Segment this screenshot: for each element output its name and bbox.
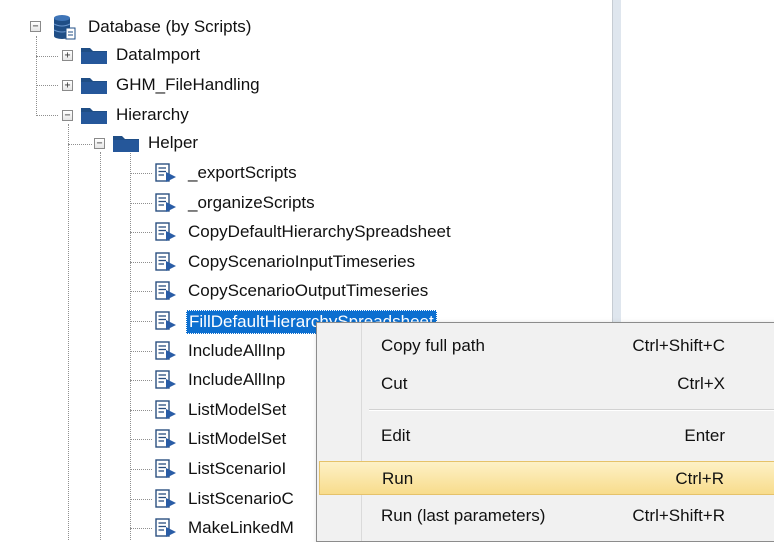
script-icon bbox=[155, 281, 176, 300]
tree-node-label: GHM_FileHandling bbox=[116, 75, 260, 94]
tree-connector bbox=[130, 232, 152, 233]
tree-node-label: CopyScenarioOutputTimeseries bbox=[188, 281, 429, 300]
script-icon bbox=[155, 370, 176, 389]
tree-connector bbox=[130, 528, 152, 529]
menu-separator bbox=[369, 409, 774, 411]
tree-connector bbox=[68, 124, 69, 540]
script-icon bbox=[155, 311, 176, 330]
tree-node-label: IncludeAllInp bbox=[188, 370, 286, 389]
menu-item-run[interactable]: Run Ctrl+R bbox=[319, 461, 774, 495]
menu-item-cut[interactable]: Cut Ctrl+X bbox=[319, 367, 774, 401]
tree-connector bbox=[130, 410, 152, 411]
tree-node-database[interactable]: − Database (by Scripts) bbox=[20, 14, 320, 40]
tree-node-folder[interactable]: + GHM_FileHandling bbox=[52, 72, 312, 98]
folder-icon bbox=[81, 48, 107, 64]
tree-node-folder[interactable]: − Hierarchy bbox=[52, 102, 312, 128]
menu-item-shortcut: Ctrl+Shift+R bbox=[632, 506, 725, 525]
tree-node-label: ListModelSet bbox=[188, 400, 287, 419]
database-icon bbox=[53, 15, 76, 40]
script-icon bbox=[155, 459, 176, 478]
folder-icon bbox=[113, 136, 139, 152]
script-icon bbox=[155, 193, 176, 212]
tree-node-label: DataImport bbox=[116, 45, 201, 64]
tree-connector bbox=[130, 499, 152, 500]
script-icon bbox=[155, 252, 176, 271]
tree-connector bbox=[130, 439, 152, 440]
tree-connector bbox=[130, 150, 131, 540]
expand-toggle[interactable]: + bbox=[62, 50, 73, 61]
tree-node-label: Hierarchy bbox=[116, 105, 189, 124]
folder-icon bbox=[81, 78, 107, 94]
script-icon bbox=[155, 341, 176, 360]
tree-node-script[interactable]: _organizeScripts bbox=[150, 190, 530, 216]
tree-connector bbox=[130, 203, 152, 204]
script-icon bbox=[155, 489, 176, 508]
tree-node-script[interactable]: CopyScenarioOutputTimeseries bbox=[150, 278, 530, 304]
tree-connector bbox=[130, 380, 152, 381]
script-icon bbox=[155, 429, 176, 448]
tree-connector bbox=[130, 262, 152, 263]
collapse-toggle[interactable]: − bbox=[62, 110, 73, 121]
script-icon bbox=[155, 400, 176, 419]
tree-node-label: ListScenarioC bbox=[188, 489, 294, 508]
tree-connector bbox=[36, 36, 37, 116]
tree-node-script[interactable]: _exportScripts bbox=[150, 160, 530, 186]
tree-node-label: CopyScenarioInputTimeseries bbox=[188, 252, 416, 271]
folder-icon bbox=[81, 108, 107, 124]
tree-node-label: ListScenarioI bbox=[188, 459, 287, 478]
script-icon bbox=[155, 518, 176, 537]
context-menu: Copy full path Ctrl+Shift+C Cut Ctrl+X E… bbox=[316, 322, 774, 542]
menu-item-shortcut: Ctrl+Shift+C bbox=[632, 336, 725, 355]
collapse-toggle[interactable]: − bbox=[94, 138, 105, 149]
menu-item-label: Run (last parameters) bbox=[381, 506, 546, 525]
menu-item-copy-full-path[interactable]: Copy full path Ctrl+Shift+C bbox=[319, 329, 774, 363]
menu-item-shortcut: Enter bbox=[684, 426, 725, 445]
menu-item-shortcut: Ctrl+R bbox=[675, 469, 724, 488]
tree-node-label: Database (by Scripts) bbox=[88, 17, 252, 36]
menu-item-label: Edit bbox=[381, 426, 411, 445]
tree-node-folder[interactable]: − Helper bbox=[84, 130, 344, 156]
tree-connector bbox=[130, 469, 152, 470]
tree-connector bbox=[130, 351, 152, 352]
collapse-toggle[interactable]: − bbox=[30, 21, 41, 32]
menu-item-run-last-parameters[interactable]: Run (last parameters) Ctrl+Shift+R bbox=[319, 499, 774, 533]
menu-item-label: Run bbox=[382, 469, 414, 488]
tree-node-label: MakeLinkedM bbox=[188, 518, 294, 537]
tree-node-folder[interactable]: + DataImport bbox=[52, 42, 312, 68]
tree-node-label: _exportScripts bbox=[188, 163, 297, 182]
tree-connector bbox=[130, 291, 152, 292]
menu-item-label: Cut bbox=[381, 374, 408, 393]
tree-node-script[interactable]: CopyScenarioInputTimeseries bbox=[150, 249, 530, 275]
tree-node-label: CopyDefaultHierarchySpreadsheet bbox=[188, 222, 451, 241]
tree-node-label: ListModelSet bbox=[188, 429, 287, 448]
menu-item-label: Copy full path bbox=[381, 336, 485, 355]
tree-connector bbox=[130, 321, 152, 322]
tree-node-script[interactable]: CopyDefaultHierarchySpreadsheet bbox=[150, 219, 530, 245]
menu-item-shortcut: Ctrl+X bbox=[677, 374, 725, 393]
script-icon bbox=[155, 163, 176, 182]
menu-item-edit[interactable]: Edit Enter bbox=[319, 419, 774, 453]
expand-toggle[interactable]: + bbox=[62, 80, 73, 91]
tree-connector bbox=[100, 152, 101, 540]
tree-connector bbox=[130, 173, 152, 174]
script-icon bbox=[155, 222, 176, 241]
tree-node-label: Helper bbox=[148, 133, 199, 152]
tree-node-label: _organizeScripts bbox=[188, 193, 315, 212]
tree-node-label: IncludeAllInp bbox=[188, 341, 286, 360]
